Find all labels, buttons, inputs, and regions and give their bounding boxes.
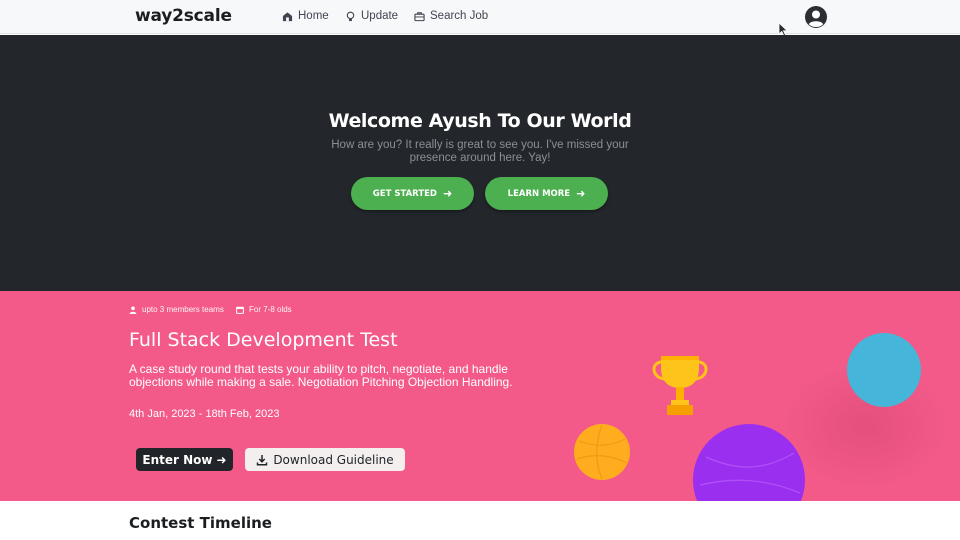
download-guideline-button[interactable]: Download Guideline bbox=[245, 448, 405, 471]
hero-title: Welcome Ayush To Our World bbox=[328, 110, 632, 132]
user-icon bbox=[129, 306, 137, 314]
get-started-button[interactable]: GET STARTED ➜ bbox=[351, 177, 474, 210]
team-size-meta: upto 3 members teams bbox=[129, 305, 224, 314]
orange-ball-icon bbox=[574, 424, 630, 480]
purple-ball-icon bbox=[693, 424, 805, 501]
button-label: Enter Now bbox=[142, 452, 213, 467]
nav-item-search-job[interactable]: Search Job bbox=[414, 10, 488, 22]
contest-timeline-heading: Contest Timeline bbox=[129, 514, 272, 532]
hero-subtitle: How are you? It really is great to see y… bbox=[331, 139, 629, 164]
learn-more-button[interactable]: LEARN MORE ➜ bbox=[485, 177, 608, 210]
contest-title: Full Stack Development Test bbox=[129, 329, 398, 351]
brand-logo[interactable]: way2scale bbox=[135, 6, 232, 26]
arrow-right-icon: ➜ bbox=[216, 452, 227, 467]
nav-item-label: Home bbox=[298, 10, 329, 22]
briefcase-icon bbox=[414, 11, 425, 21]
button-label: LEARN MORE bbox=[507, 188, 571, 199]
contest-description: A case study round that tests your abili… bbox=[129, 362, 513, 389]
contest-banner: upto 3 members teams For 7-8 olds Full S… bbox=[0, 291, 960, 501]
age-group-text: For 7-8 olds bbox=[249, 305, 292, 314]
home-icon bbox=[282, 11, 293, 21]
age-group-meta: For 7-8 olds bbox=[236, 305, 292, 314]
user-circle-icon[interactable] bbox=[804, 5, 828, 29]
arrow-right-icon: ➜ bbox=[442, 187, 453, 200]
button-label: Download Guideline bbox=[273, 452, 394, 467]
lightbulb-icon bbox=[346, 11, 355, 21]
team-size-text: upto 3 members teams bbox=[142, 305, 224, 314]
hero-section: Welcome Ayush To Our World How are you? … bbox=[0, 35, 960, 291]
button-label: GET STARTED bbox=[372, 188, 437, 199]
nav-item-label: Update bbox=[361, 10, 399, 22]
trophy-icon bbox=[652, 356, 708, 415]
navbar: way2scale Home Update Search Job bbox=[0, 0, 960, 37]
arrow-right-icon: ➜ bbox=[576, 187, 586, 200]
nav-item-home[interactable]: Home bbox=[282, 10, 329, 22]
nav-item-label: Search Job bbox=[430, 10, 489, 22]
blue-ball-icon bbox=[847, 333, 921, 407]
enter-now-button[interactable]: Enter Now ➜ bbox=[136, 448, 233, 471]
download-icon bbox=[257, 454, 268, 466]
contest-dates: 4th Jan, 2023 - 18th Feb, 2023 bbox=[129, 408, 280, 420]
calendar-icon bbox=[236, 306, 244, 314]
nav-item-update[interactable]: Update bbox=[345, 10, 398, 22]
